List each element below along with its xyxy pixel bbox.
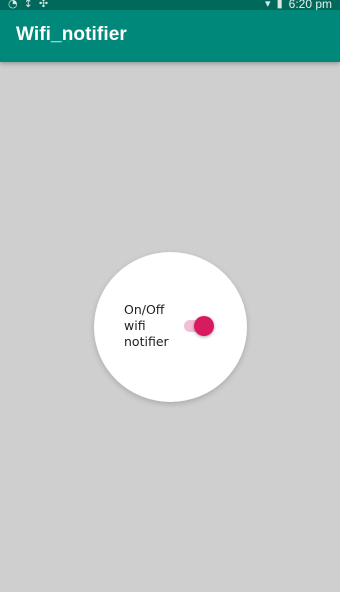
status-time: 6:20 pm [288,0,332,10]
switch-thumb[interactable] [194,316,214,336]
network-icon: ↕ [23,0,33,10]
app-bar: Wifi_notifier [0,10,340,62]
toggle-card: On/Off wifi notifier [94,252,247,402]
status-bar: ◔ ↕ ✣ ▾ ▮ 6:20 pm [0,0,340,10]
app-title: Wifi_notifier [16,24,127,45]
toggle-label: On/Off wifi notifier [124,302,169,349]
battery-icon: ▮ [276,0,283,10]
app-screen: ◔ ↕ ✣ ▾ ▮ 6:20 pm Wifi_notifier On/Off w… [0,0,340,592]
status-left-icons: ◔ ↕ ✣ [8,0,48,10]
wifi-notifier-switch[interactable] [182,315,216,337]
wifi-icon: ◔ [8,0,18,10]
status-right-area: ▾ ▮ 6:20 pm [265,0,332,10]
bluetooth-icon: ✣ [38,0,49,10]
signal-icon: ▾ [265,0,271,10]
